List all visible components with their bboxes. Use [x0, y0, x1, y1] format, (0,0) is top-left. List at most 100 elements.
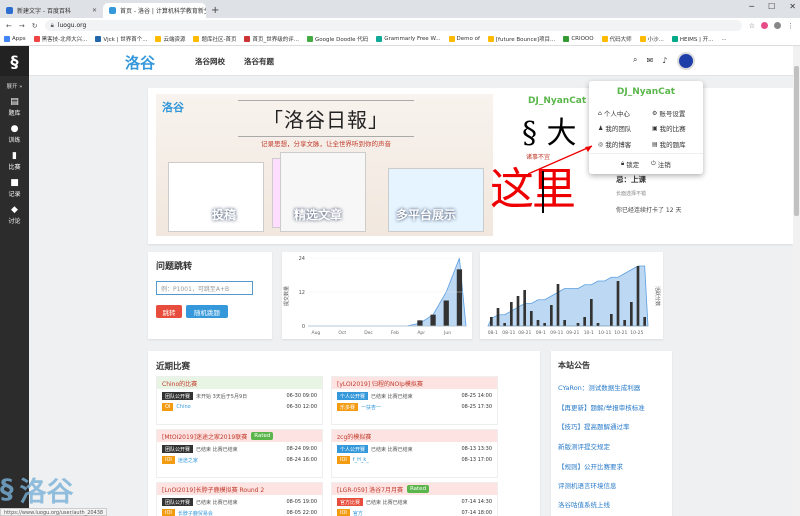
bookmark[interactable]: 题库社区-首页: [193, 35, 236, 43]
reload-icon[interactable]: ↻: [32, 22, 38, 30]
contest-title-bar: [MtOI2019]迷途之家2019联赛 Rated: [157, 430, 322, 442]
nav-link-problems[interactable]: 洛谷有题: [244, 56, 274, 67]
maximize-icon[interactable]: ☐: [768, 2, 775, 11]
notice-item[interactable]: 洛谷咕值系统上线: [558, 499, 610, 509]
problem-jump-input[interactable]: 例：P1001，可跳至A+B: [156, 281, 253, 295]
profile-icon[interactable]: [774, 22, 781, 29]
contest-title[interactable]: [LGR-059] 洛谷7月月赛: [337, 485, 403, 494]
bookmark[interactable]: Google Doodle 代码: [306, 35, 368, 43]
close-icon[interactable]: ✕: [92, 7, 97, 14]
browser-tab[interactable]: 新建文字 - 百度百科 ✕: [0, 3, 103, 18]
bookmark[interactable]: Demo of: [448, 36, 480, 42]
bell-icon[interactable]: ♪: [662, 56, 667, 65]
luogu-logo-icon[interactable]: §: [0, 46, 29, 76]
close-window-icon[interactable]: ✕: [789, 2, 796, 11]
bookmark[interactable]: 云端资源: [155, 35, 185, 43]
lock-icon: 🔒︎: [621, 160, 625, 167]
notice-item[interactable]: 【再更新】题解/举报审核标准: [558, 402, 645, 412]
bookmark[interactable]: Grammarly Free W...: [376, 36, 441, 42]
minimize-icon[interactable]: ─: [749, 2, 754, 11]
contest-tag-badge: OI: [162, 403, 174, 411]
contest-organizer[interactable]: 迷途之家: [178, 457, 284, 464]
bookmark[interactable]: CRIOOO: [563, 36, 594, 42]
extension-icon[interactable]: [761, 22, 768, 29]
contest-title-bar: [LGR-059] 洛谷7月月赛 Rated: [332, 483, 497, 495]
rated-badge: Rated: [251, 432, 274, 440]
sidebar-item-contests[interactable]: ▮ 比赛: [8, 151, 20, 171]
jump-button[interactable]: 跳转: [156, 305, 182, 318]
notice-item[interactable]: 【技巧】提高题解通过率: [558, 421, 630, 431]
sidebar-item-problems[interactable]: ▤ 题库: [8, 97, 20, 117]
forward-icon[interactable]: →: [19, 22, 25, 30]
nav-link-school[interactable]: 洛谷网校: [195, 56, 225, 67]
contest-title[interactable]: Chino的比赛: [162, 379, 197, 388]
menu-username[interactable]: DJ_NyanCat: [589, 87, 703, 97]
notice-item[interactable]: 新版测评提交规定: [558, 441, 610, 451]
sidebar-item-training[interactable]: ● 训练: [8, 124, 20, 144]
contest-title[interactable]: [LnOI2019]长脖子鹿模拟赛 Round 2: [162, 485, 264, 494]
scrollbar-thumb[interactable]: [794, 66, 799, 216]
recent-contests-title: 近期比赛: [156, 362, 191, 372]
bar-mark: [516, 296, 520, 326]
bookmark[interactable]: 代码大师: [601, 35, 632, 43]
contest-status: 已结束 比赛已结束: [371, 393, 413, 400]
contest-time: 08-13 17:00: [461, 457, 492, 463]
menu-item-settings[interactable]: ⚙ 账号设置: [652, 108, 685, 119]
contest-organizer[interactable]: 一扶杏一: [361, 404, 458, 411]
new-tab-icon[interactable]: +: [211, 5, 219, 16]
contest-organizer[interactable]: 官方: [353, 510, 459, 516]
daily-banner-image[interactable]: 洛谷 「洛谷日報」 记录思想，分享文脉，让全世界听到你的声音 投稿 精选文章 多…: [156, 94, 493, 236]
random-jump-button[interactable]: 随机跳题: [186, 305, 228, 318]
luogu-mark-icon: §: [0, 474, 14, 505]
bookmark-apps[interactable]: Apps: [4, 36, 26, 42]
contest-card[interactable]: Chino的比赛 团队公开赛 未开始 3天后于5月9日 06-30 09:00 OI Ch…: [156, 376, 323, 425]
contest-organizer[interactable]: Chino: [176, 404, 283, 410]
browser-tab-active[interactable]: 首页 - 洛谷 | 计算机科学教育新生态 ✕: [103, 3, 206, 18]
contest-card[interactable]: [MtOI2019]迷途之家2019联赛 Rated 团队公开赛 已结束 比赛已结束 0…: [156, 429, 323, 478]
mail-icon[interactable]: ✉: [646, 56, 653, 65]
username-label[interactable]: DJ_NyanCat: [528, 96, 586, 106]
contest-title[interactable]: [MtOI2019]迷途之家2019联赛: [162, 432, 247, 441]
notice-item[interactable]: 【规则】公开比赛要求: [558, 461, 623, 471]
brand-logo[interactable]: 洛谷: [125, 52, 155, 73]
contest-title[interactable]: zcg的模拟赛: [337, 432, 371, 441]
menu-item-lock[interactable]: 🔒︎ 锁定: [621, 159, 639, 169]
menu-item-blog[interactable]: ◎ 我的博客: [598, 139, 631, 150]
bookmark[interactable]: 小沙...: [639, 35, 664, 43]
sidebar-item-records[interactable]: ■ 记录: [8, 178, 20, 198]
contest-title[interactable]: [yLOI2019] 归程的NOIp模拟赛: [337, 379, 423, 388]
back-icon[interactable]: ←: [6, 22, 12, 30]
star-icon[interactable]: ☆: [749, 22, 755, 30]
menu-item-library[interactable]: ▤ 我的题库: [652, 139, 686, 150]
notice-item[interactable]: CYaRon：测试数据生成利器: [558, 382, 640, 392]
contest-card[interactable]: [yLOI2019] 归程的NOIp模拟赛 个人公开赛 已结束 比赛已结束 08-25…: [331, 376, 498, 425]
bar-mark: [550, 305, 553, 326]
menu-item-team[interactable]: ♟ 我的团队: [598, 123, 631, 134]
contest-organizer[interactable]: f_H_k_: [353, 457, 459, 463]
contest-organizer[interactable]: 长脖子鹿贸易会: [178, 510, 284, 516]
bookmark[interactable]: 黑客技-北师大兴...: [33, 35, 87, 43]
bookmark[interactable]: [future Bounce]项目...: [487, 35, 555, 43]
contest-info-row: IOI f_H_k_ 08-13 17:00: [332, 456, 497, 464]
menu-item-contests[interactable]: ▣ 我的比赛: [652, 123, 686, 134]
url-field[interactable]: 🔒︎ luogu.org: [44, 20, 742, 31]
sidebar-expand[interactable]: 展开 »: [6, 82, 22, 90]
contest-card[interactable]: [LGR-059] 洛谷7月月赛 Rated 官方比赛 已结束 比赛已结束 07-14 …: [331, 482, 498, 516]
menu-item-home[interactable]: ⌂ 个人中心: [598, 108, 630, 119]
menu-item-logout[interactable]: ⏻ 注销: [651, 159, 671, 169]
tab-title: 首页 - 洛谷 | 计算机科学教育新生态: [120, 8, 206, 15]
menu-icon[interactable]: ⋮: [787, 22, 794, 30]
bookmark[interactable]: 首页_世界级的评...: [244, 35, 299, 43]
contest-tag-badge: 团队公开赛: [162, 392, 194, 400]
notice-item[interactable]: 评测机语言环境信息: [558, 480, 617, 490]
bookmark[interactable]: HEIMS | 开...: [671, 35, 713, 43]
banner-logo: 洛谷: [162, 101, 184, 114]
search-icon[interactable]: ⌕: [633, 55, 637, 65]
contest-card[interactable]: [LnOI2019]长脖子鹿模拟赛 Round 2 团队公开赛 已结束 比赛已结束 0…: [156, 482, 323, 516]
avatar[interactable]: [677, 52, 695, 70]
bookmark[interactable]: Vjck | 世界首个...: [95, 35, 147, 43]
contest-card[interactable]: zcg的模拟赛 个人公开赛 已结束 比赛已结束 08-13 13:30 IOI f_H_k…: [331, 429, 498, 478]
sidebar-item-discuss[interactable]: ◆ 讨论: [8, 205, 20, 225]
bookmark-more[interactable]: ...: [721, 36, 726, 42]
scrollbar[interactable]: [793, 46, 800, 516]
